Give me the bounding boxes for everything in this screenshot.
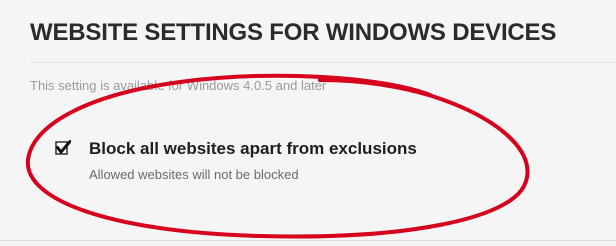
divider xyxy=(30,62,616,63)
section-title: WEBSITE SETTINGS FOR WINDOWS DEVICES xyxy=(30,19,557,46)
option-description: Allowed websites will not be blocked xyxy=(89,167,299,182)
website-settings-panel: WEBSITE SETTINGS FOR WINDOWS DEVICES Thi… xyxy=(0,0,616,241)
availability-note: This setting is available for Windows 4.… xyxy=(30,78,327,93)
checkbox-checked-icon[interactable] xyxy=(55,140,71,156)
option-label: Block all websites apart from exclusions xyxy=(89,139,417,158)
